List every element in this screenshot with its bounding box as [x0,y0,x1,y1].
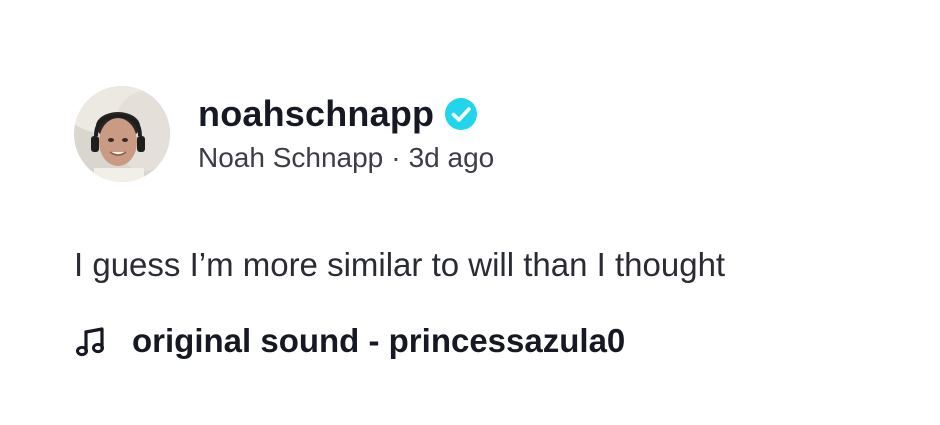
avatar[interactable] [74,86,170,182]
music-link[interactable]: original sound - princessazula0 [74,322,625,360]
verified-check-icon [444,97,478,131]
username-row: noahschnapp [198,92,494,136]
author-info: noahschnapp Noah Schnapp · 3d ago [198,92,494,174]
post-card: noahschnapp Noah Schnapp · 3d ago I gues… [0,0,940,425]
meta-separator: · [391,142,401,173]
music-note-icon [74,324,108,358]
author-meta: Noah Schnapp · 3d ago [198,142,494,174]
author-username[interactable]: noahschnapp [198,93,434,135]
avatar-image [74,86,170,182]
author-display-name: Noah Schnapp [198,142,384,173]
post-timestamp: 3d ago [408,142,495,173]
music-title[interactable]: original sound - princessazula0 [132,322,625,360]
post-caption: I guess I’m more similar to will than I … [74,246,726,283]
